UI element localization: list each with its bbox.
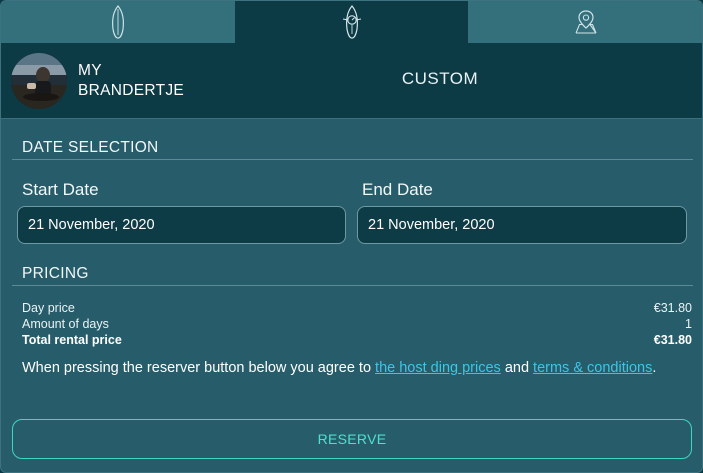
price-value: €31.80	[653, 301, 692, 315]
price-label: Total rental price	[22, 333, 122, 347]
tab-bar	[1, 1, 702, 43]
brand-name: MY BRANDERTJE	[78, 62, 185, 99]
section-divider	[12, 159, 693, 160]
price-row-day: Day price €31.80	[22, 301, 692, 316]
price-row-days: Amount of days 1	[22, 317, 692, 332]
section-divider	[12, 285, 693, 286]
start-date-label: Start Date	[22, 180, 99, 199]
tab-location[interactable]	[468, 1, 702, 43]
price-row-total: Total rental price €31.80	[22, 333, 692, 348]
tab-surfboard[interactable]	[1, 1, 235, 43]
terms-notice: When pressing the reserver button below …	[22, 358, 682, 378]
host-prices-link[interactable]: the host ding prices	[375, 360, 501, 376]
booking-panel: MY BRANDERTJE CUSTOM DATE SELECTION Star…	[0, 0, 703, 473]
reserve-button[interactable]: RESERVE	[12, 419, 692, 459]
terms-text: When pressing the reserver button below …	[22, 360, 376, 376]
end-date-value: 21 November, 2020	[368, 217, 495, 233]
surfboard-icon	[112, 5, 124, 39]
price-value: 1	[685, 317, 692, 331]
start-date-value: 21 November, 2020	[28, 217, 155, 233]
map-pin-icon	[575, 10, 597, 34]
date-selection-title: DATE SELECTION	[22, 139, 159, 156]
surfer-wetsuit-icon	[342, 5, 361, 39]
price-label: Amount of days	[22, 317, 109, 331]
end-date-label: End Date	[362, 180, 433, 199]
tab-wetsuit[interactable]	[235, 1, 468, 43]
end-date-field[interactable]: 21 November, 2020	[357, 206, 687, 244]
terms-text: .	[652, 360, 657, 376]
avatar[interactable]	[11, 53, 67, 109]
start-date-field[interactable]: 21 November, 2020	[17, 206, 346, 244]
terms-conditions-link[interactable]: terms & conditions	[533, 360, 652, 376]
price-value: €31.80	[653, 333, 692, 347]
avatar-photo-icon	[11, 53, 67, 109]
reserve-label: RESERVE	[317, 431, 387, 447]
booking-mode: CUSTOM	[401, 69, 479, 88]
price-label: Day price	[22, 301, 75, 315]
pricing-title: PRICING	[22, 265, 89, 282]
profile-header: MY BRANDERTJE CUSTOM	[1, 43, 702, 119]
terms-text: and	[500, 360, 534, 376]
